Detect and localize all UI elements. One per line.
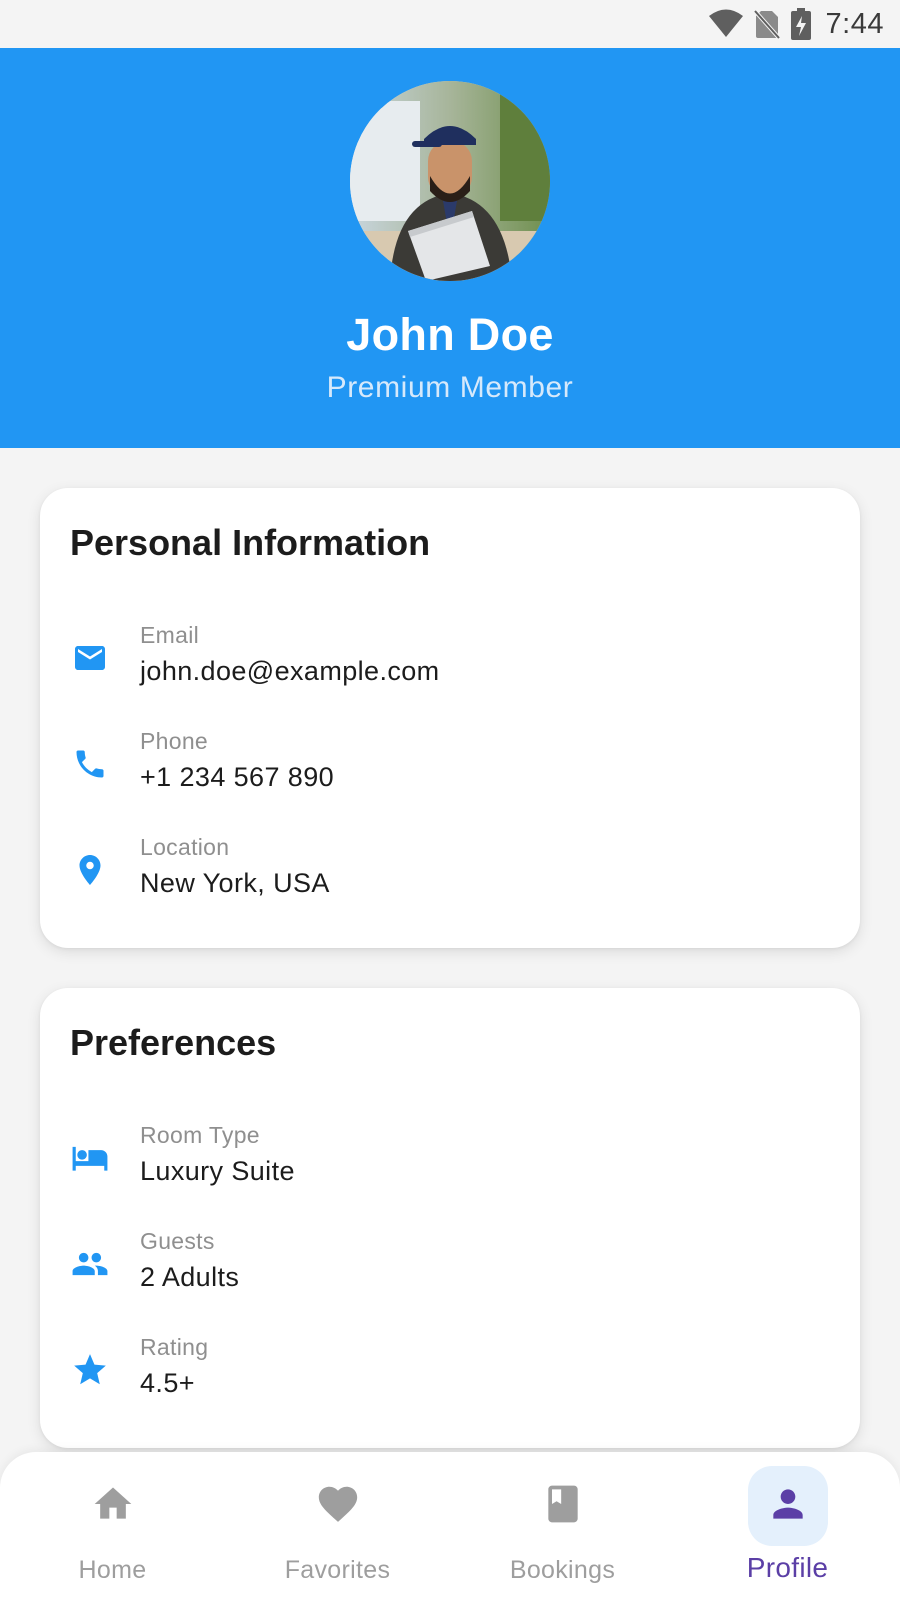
battery-charging-icon: [790, 8, 812, 40]
phone-label: Phone: [140, 728, 209, 754]
info-row-guests[interactable]: Guests 2 Adults: [70, 1226, 830, 1332]
status-time: 7:44: [825, 7, 884, 40]
location-value: New York, USA: [140, 868, 330, 898]
nav-label-profile: Profile: [746, 1552, 829, 1583]
location-pin-icon: [70, 850, 110, 890]
home-icon: [91, 1482, 135, 1531]
person-icon: [766, 1482, 810, 1531]
nav-label-home: Home: [78, 1556, 147, 1584]
guests-value: 2 Adults: [140, 1262, 240, 1292]
nav-item-profile[interactable]: Profile: [675, 1452, 900, 1600]
phone-value: +1 234 567 890: [140, 762, 335, 792]
profile-name: John Doe: [346, 309, 554, 360]
location-label: Location: [140, 834, 230, 860]
info-row-room-type[interactable]: Room Type Luxury Suite: [70, 1120, 830, 1226]
nav-item-favorites[interactable]: Favorites: [225, 1452, 450, 1600]
preferences-card: Preferences Room Type Luxury Suite Guest…: [40, 988, 860, 1448]
membership-label: Premium Member: [326, 371, 574, 404]
guests-label: Guests: [140, 1228, 215, 1254]
profile-screen: 7:44 John Doe Premium Member Personal In…: [0, 0, 900, 1600]
avatar[interactable]: [350, 81, 550, 281]
heart-icon: [315, 1481, 361, 1532]
email-value: john.doe@example.com: [140, 656, 440, 686]
rating-label: Rating: [140, 1334, 209, 1360]
profile-header: John Doe Premium Member: [0, 48, 900, 448]
rating-value: 4.5+: [140, 1368, 195, 1398]
info-row-phone[interactable]: Phone +1 234 567 890: [70, 726, 830, 832]
active-indicator: [747, 1466, 828, 1546]
email-icon: [70, 638, 110, 678]
nav-label-bookings: Bookings: [509, 1556, 616, 1584]
book-icon: [541, 1482, 585, 1531]
email-label: Email: [140, 622, 200, 648]
info-row-rating[interactable]: Rating 4.5+: [70, 1332, 830, 1438]
no-sim-icon: [753, 9, 780, 39]
phone-icon: [70, 744, 110, 784]
room-type-value: Luxury Suite: [140, 1156, 295, 1186]
nav-item-bookings[interactable]: Bookings: [450, 1452, 675, 1600]
nav-item-home[interactable]: Home: [0, 1452, 225, 1600]
bottom-navigation: Home Favorites Bookings Profile: [0, 1452, 900, 1600]
status-bar: 7:44: [0, 0, 900, 48]
info-row-location[interactable]: Location New York, USA: [70, 832, 830, 938]
preferences-title: Preferences: [70, 1022, 277, 1063]
wifi-icon: [708, 9, 744, 39]
star-icon: [70, 1350, 110, 1390]
info-row-email[interactable]: Email john.doe@example.com: [70, 620, 830, 726]
room-type-label: Room Type: [140, 1122, 260, 1148]
bed-icon: [70, 1138, 110, 1178]
personal-info-card: Personal Information Email john.doe@exam…: [40, 488, 860, 948]
people-icon: [70, 1244, 110, 1284]
nav-label-favorites: Favorites: [284, 1556, 391, 1584]
personal-info-title: Personal Information: [70, 522, 431, 563]
